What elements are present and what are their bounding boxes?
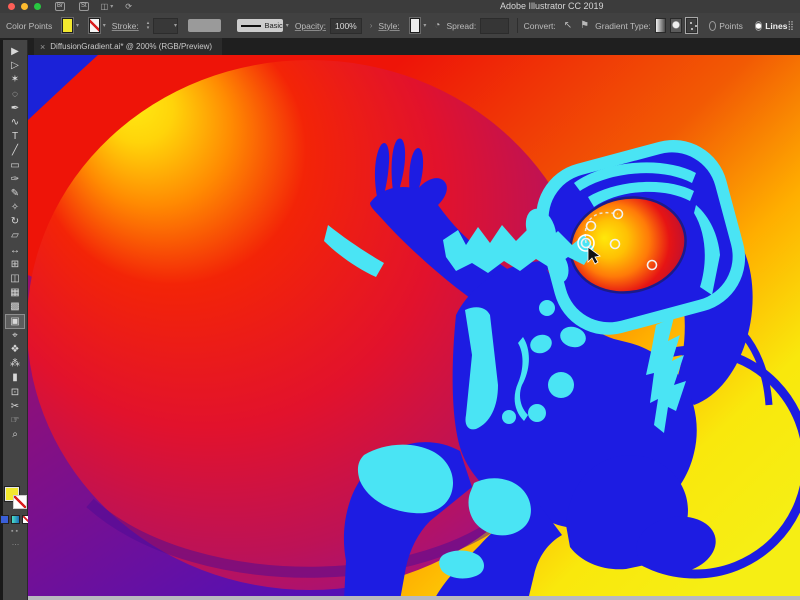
stock-icon[interactable]: St bbox=[79, 2, 89, 11]
document-tab-bar: × DiffusionGradient.ai* @ 200% (RGB/Prev… bbox=[0, 38, 800, 56]
tool-type[interactable]: T bbox=[6, 130, 24, 143]
tool-curvature[interactable]: ∿ bbox=[6, 116, 24, 129]
stroke-weight-dropdown[interactable]: ▾ bbox=[153, 18, 178, 34]
convert-label: Convert: bbox=[524, 21, 556, 31]
tool-line-segment[interactable]: ╱ bbox=[6, 144, 24, 157]
spread-label: Spread: bbox=[446, 21, 476, 31]
sync-icon[interactable]: ⟳ bbox=[125, 0, 132, 13]
color-points-label: Color Points bbox=[6, 21, 52, 31]
stroke-chevron-icon[interactable]: ▾ bbox=[103, 22, 106, 29]
window-title: Adobe Illustrator CC 2019 bbox=[500, 0, 604, 13]
opacity-field[interactable]: 100% bbox=[330, 18, 362, 34]
dropdown-chevron-icon: ▾ bbox=[174, 22, 177, 29]
horizontal-scrollbar[interactable] bbox=[28, 596, 800, 600]
tool-free-transform[interactable]: ⊞ bbox=[6, 258, 24, 271]
gradient-type-freeform-button[interactable] bbox=[686, 18, 697, 33]
lines-radio-label[interactable]: Lines bbox=[765, 21, 787, 31]
tool-width[interactable]: ↔ bbox=[6, 244, 24, 257]
tool-blend[interactable]: ❖ bbox=[6, 343, 24, 356]
drawing-modes-icon[interactable]: ▪▪ bbox=[11, 528, 20, 535]
stroke-weight-stepper[interactable]: ▴ ▾ bbox=[147, 21, 150, 31]
fill-chevron-icon[interactable]: ▾ bbox=[76, 22, 79, 29]
style-swatch[interactable] bbox=[410, 18, 421, 33]
zoom-window-button[interactable] bbox=[34, 3, 41, 10]
tool-direct-selection[interactable]: ▷ bbox=[6, 59, 24, 72]
tool-mesh[interactable]: ▩ bbox=[6, 300, 24, 313]
brush-definition-dropdown[interactable]: Basic bbox=[237, 19, 282, 32]
color-wheel-icon[interactable]: ◔ bbox=[434, 20, 440, 31]
stroke-label[interactable]: Stroke: bbox=[112, 21, 139, 31]
toolbar-bottom: ▪▪ … bbox=[3, 478, 28, 547]
tool-pencil[interactable]: ✎ bbox=[6, 187, 24, 200]
control-bar: Color Points ▾ ▾ Stroke: ▴ ▾ ▾ Basic ▾ O… bbox=[0, 13, 800, 39]
brush-name: Basic bbox=[264, 21, 282, 30]
fill-stroke-indicator[interactable] bbox=[5, 487, 27, 511]
tool-pen[interactable]: ✒ bbox=[6, 102, 24, 115]
tool-artboard[interactable]: ⊡ bbox=[6, 386, 24, 399]
tool-rectangle[interactable]: ▭ bbox=[6, 159, 24, 172]
points-radio[interactable] bbox=[709, 21, 716, 31]
title-bar: Br St ◫ ▾ ⟳ Adobe Illustrator CC 2019 bbox=[0, 0, 800, 14]
tool-gradient[interactable]: ▣ bbox=[6, 315, 24, 328]
variable-width-profile-disabled bbox=[188, 19, 221, 32]
minimize-window-button[interactable] bbox=[21, 3, 28, 10]
apply-color-button[interactable] bbox=[0, 515, 9, 524]
opacity-label[interactable]: Opacity: bbox=[295, 21, 326, 31]
document-tab-label: DiffusionGradient.ai* @ 200% (RGB/Previe… bbox=[50, 42, 212, 51]
stepper-down-icon[interactable]: ▾ bbox=[147, 26, 150, 31]
style-chevron-icon[interactable]: ▾ bbox=[423, 22, 426, 29]
tool-hand[interactable]: ☞ bbox=[6, 414, 24, 427]
section-arrow-icon: › bbox=[370, 21, 373, 30]
brush-stroke-preview bbox=[241, 25, 261, 27]
stroke-color-swatch[interactable] bbox=[89, 18, 100, 33]
tool-lasso[interactable]: ◌ bbox=[6, 88, 24, 101]
tool-rotate[interactable]: ↻ bbox=[6, 215, 24, 228]
gradient-type-label: Gradient Type: bbox=[595, 21, 651, 31]
workspace-layout-icon[interactable]: ◫ bbox=[101, 0, 109, 13]
illustrator-window: Br St ◫ ▾ ⟳ Adobe Illustrator CC 2019 Co… bbox=[0, 0, 800, 600]
gradient-type-linear-button[interactable] bbox=[655, 18, 666, 33]
close-tab-icon[interactable]: × bbox=[40, 42, 45, 52]
chevron-down-icon[interactable]: ▾ bbox=[110, 3, 113, 10]
tool-zoom[interactable]: ⌕ bbox=[6, 428, 24, 441]
close-window-button[interactable] bbox=[8, 3, 15, 10]
tool-shape-builder[interactable]: ◫ bbox=[6, 272, 24, 285]
tool-column-graph[interactable]: ▮ bbox=[6, 371, 24, 384]
tool-scale[interactable]: ▱ bbox=[6, 229, 24, 242]
divider bbox=[517, 18, 518, 33]
tool-perspective-grid[interactable]: ▦ bbox=[6, 286, 24, 299]
points-radio-label[interactable]: Points bbox=[719, 21, 743, 31]
tool-slice[interactable]: ✂ bbox=[6, 400, 24, 413]
convert-flag-icon[interactable]: ⚑ bbox=[580, 20, 589, 31]
tool-paintbrush[interactable]: ✑ bbox=[6, 173, 24, 186]
diffusion-gradient-artwork bbox=[28, 55, 800, 600]
toolbar-stroke-none-swatch[interactable] bbox=[13, 495, 27, 509]
apply-gradient-button[interactable] bbox=[11, 515, 20, 524]
convert-anchor-icon[interactable]: ↖ bbox=[564, 20, 572, 31]
tool-shaper[interactable]: ✧ bbox=[6, 201, 24, 214]
bridge-icon[interactable]: Br bbox=[55, 2, 65, 11]
tool-symbol-sprayer[interactable]: ⁂ bbox=[6, 357, 24, 370]
brush-chevron-icon[interactable]: ▾ bbox=[286, 22, 289, 29]
lines-radio[interactable] bbox=[755, 21, 762, 31]
tool-magic-wand[interactable]: ✶ bbox=[6, 73, 24, 86]
gradient-type-radial-button[interactable] bbox=[670, 18, 681, 33]
spread-field-disabled bbox=[480, 18, 509, 34]
artboard-canvas[interactable] bbox=[28, 55, 800, 600]
style-label[interactable]: Style: bbox=[378, 21, 399, 31]
fill-color-swatch[interactable] bbox=[62, 18, 73, 33]
tool-eyedropper[interactable]: ⌖ bbox=[6, 329, 24, 342]
toolbar-overflow-icon[interactable]: … bbox=[12, 538, 20, 547]
tool-selection[interactable]: ▶ bbox=[6, 45, 24, 58]
document-tab[interactable]: × DiffusionGradient.ai* @ 200% (RGB/Prev… bbox=[34, 38, 222, 55]
panel-toggle-icon[interactable]: ⣿ bbox=[787, 20, 794, 31]
